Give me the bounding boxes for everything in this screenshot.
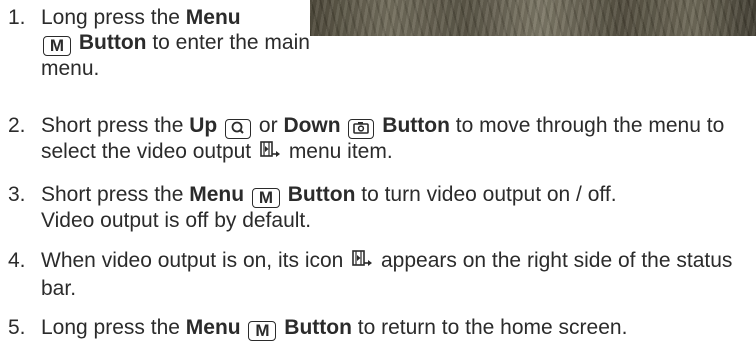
video-output-icon xyxy=(351,248,373,276)
step-number: 1. xyxy=(8,6,26,29)
up-label: Up xyxy=(189,114,218,137)
menu-button-key: M xyxy=(248,321,277,341)
step-3: 3. Short press the Menu M Button to turn… xyxy=(8,183,617,232)
down-label: Down xyxy=(283,114,341,137)
camera-icon xyxy=(348,119,375,139)
menu-label: Menu xyxy=(189,183,245,206)
step-5: 5. Long press the Menu M Button to retur… xyxy=(8,316,628,341)
step-number: 2. xyxy=(8,114,26,137)
step-number: 3. xyxy=(8,183,26,206)
step-4: 4. When video output is on, its icon app… xyxy=(8,248,733,300)
menu-label: Menu xyxy=(185,316,241,339)
menu-label: Menu xyxy=(185,6,241,29)
step-number: 5. xyxy=(8,316,26,339)
zoom-in-icon xyxy=(225,119,252,139)
step-1: 1. Long press the Menu M Button to enter… xyxy=(8,6,310,80)
step-2: 2. Short press the Up or Down Button to … xyxy=(8,113,752,163)
menu-button-key: M xyxy=(43,36,71,56)
video-output-icon xyxy=(259,139,281,167)
menu-button-key: M xyxy=(251,188,280,208)
step-number: 4. xyxy=(8,249,26,272)
